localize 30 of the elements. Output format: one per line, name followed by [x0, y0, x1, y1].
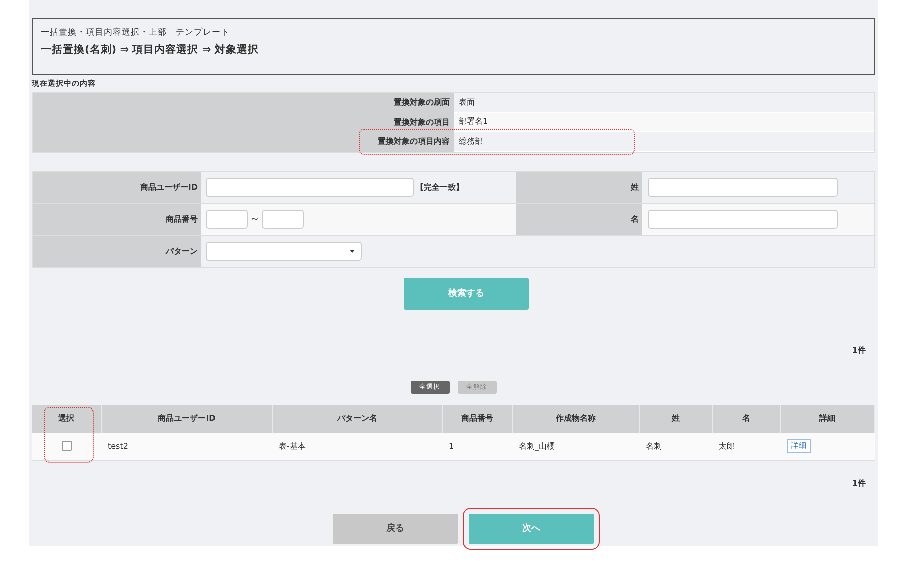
- range-from-field[interactable]: [206, 210, 248, 228]
- table-cell: 1: [449, 442, 454, 450]
- range-to-field[interactable]: [262, 210, 304, 228]
- first-name-field[interactable]: [648, 210, 838, 228]
- back-button[interactable]: 戻る: [333, 514, 458, 544]
- page-title: 一括置換(名刺) ⇒ 項目内容選択 ⇒ 対象選択: [41, 43, 260, 57]
- checkbox[interactable]: [62, 441, 72, 451]
- table-cell: 表-基本: [279, 440, 306, 452]
- field-label: 商品番号: [33, 204, 201, 234]
- field-label: 名: [516, 204, 642, 234]
- result-count: 1件: [851, 344, 867, 356]
- summary-value: 部署名1: [454, 112, 874, 132]
- table-cell: 名刺: [646, 440, 662, 452]
- table-cell: 太郎: [719, 440, 735, 452]
- last-name-field[interactable]: [648, 178, 838, 196]
- pattern-dropdown[interactable]: [206, 242, 362, 260]
- range-separator: ～: [250, 213, 260, 226]
- field-label: 姓: [516, 172, 642, 202]
- table-cell: 名刺_山櫻: [519, 440, 555, 452]
- exact-match-note: 【完全一致】: [416, 182, 464, 192]
- result-count: 1件: [851, 478, 867, 488]
- user-id-field[interactable]: [206, 178, 414, 196]
- summary-label: 置換対象の刷面: [33, 93, 454, 112]
- field-label: パターン: [33, 236, 201, 266]
- summary-label: 置換対象の項目内容: [33, 132, 454, 152]
- table-cell: test2: [108, 442, 128, 450]
- breadcrumb: 一括置換・項目内容選択・上部 テンプレート: [41, 27, 231, 39]
- caret-icon: [350, 250, 355, 252]
- field-label: 商品ユーザーID: [33, 172, 201, 202]
- summary-label: 置換対象の項目: [33, 112, 454, 132]
